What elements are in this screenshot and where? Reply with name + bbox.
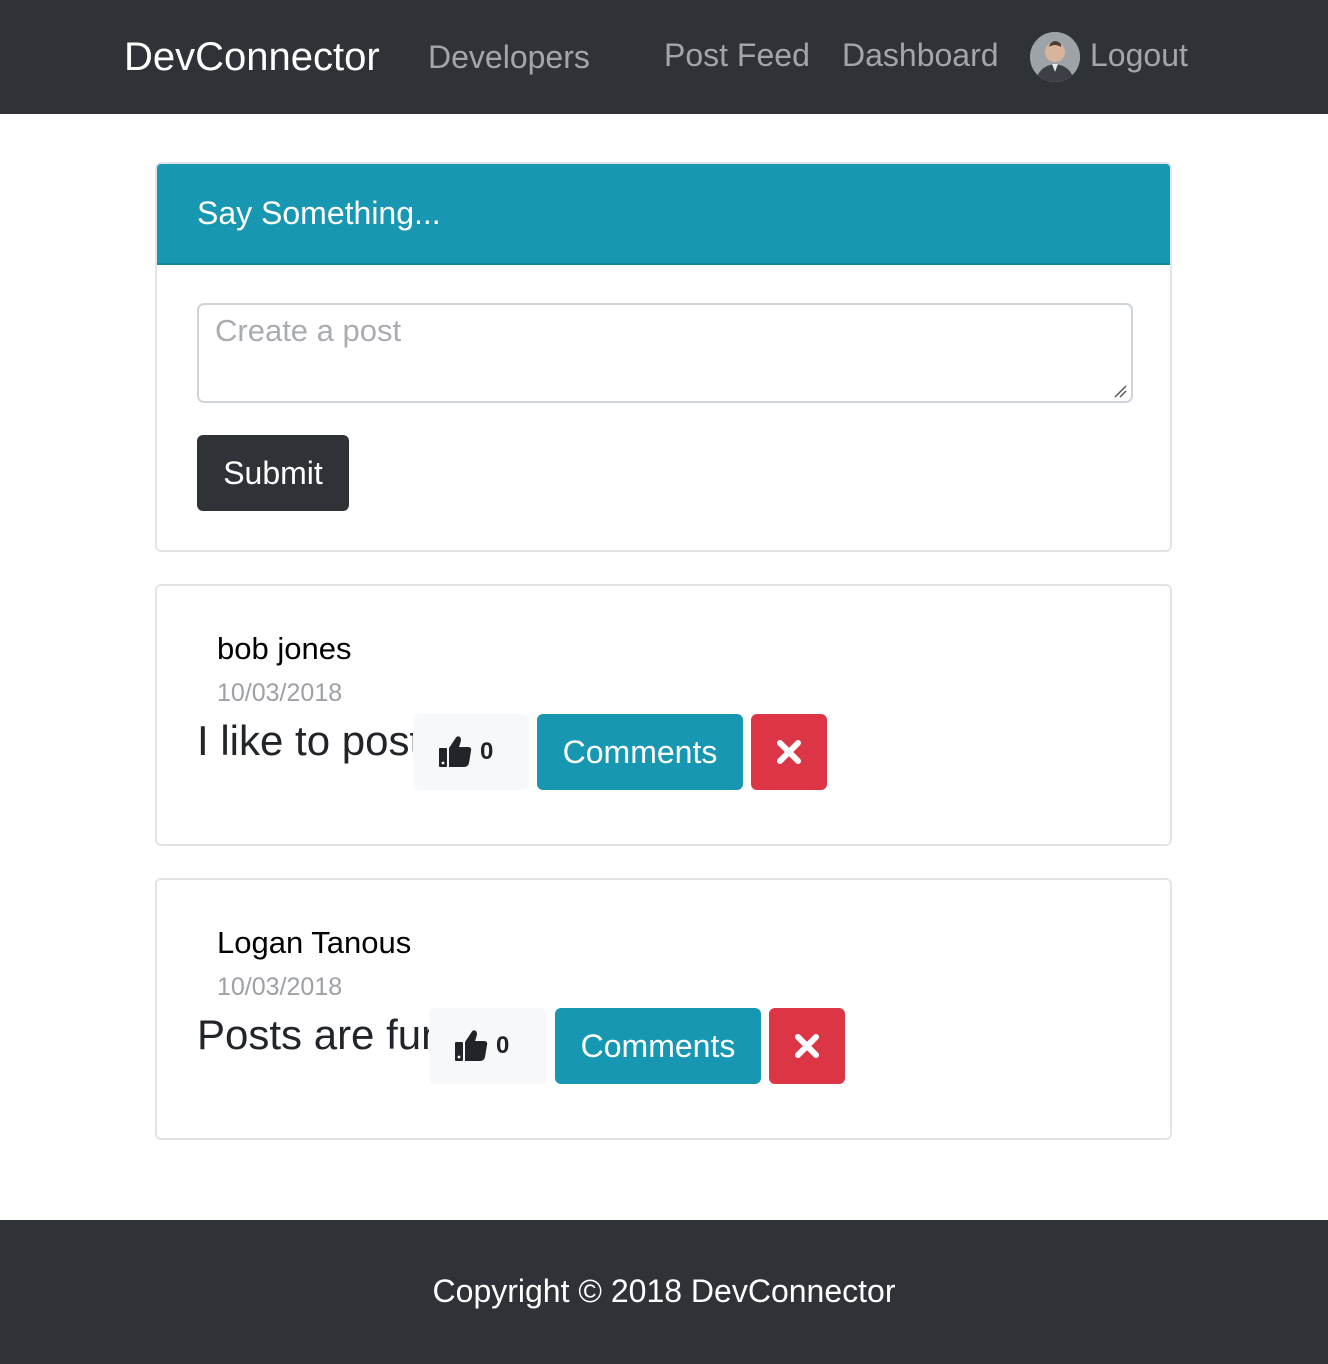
navbar: DevConnector Developers Post Feed Dashbo… (0, 0, 1328, 114)
times-icon (777, 740, 801, 764)
thumbs-up-icon (439, 736, 472, 767)
delete-post-button[interactable] (769, 1008, 845, 1084)
like-button[interactable]: 0 (429, 1008, 547, 1084)
post-form-header: Say Something... (157, 164, 1170, 265)
avatar[interactable] (1030, 32, 1080, 82)
post-text: Posts are fun (197, 1011, 445, 1058)
footer: Copyright © 2018 DevConnector (0, 1220, 1328, 1364)
create-post-textarea[interactable] (197, 303, 1133, 403)
post-text: I like to post (197, 717, 422, 764)
post-item: bob jones 10/03/2018 I like to post 0 Co… (155, 584, 1172, 846)
post-date: 10/03/2018 (217, 973, 343, 1001)
like-count: 0 (480, 738, 494, 765)
user-avatar-icon (1030, 32, 1080, 82)
nav-developers[interactable]: Developers (428, 37, 590, 77)
comments-button[interactable]: Comments (537, 714, 743, 790)
post-author-name: bob jones (217, 631, 352, 666)
resize-handle-icon[interactable] (1113, 384, 1127, 398)
delete-post-button[interactable] (751, 714, 827, 790)
submit-button[interactable]: Submit (197, 435, 349, 511)
post-item: Logan Tanous 10/03/2018 Posts are fun 0 … (155, 878, 1172, 1140)
post-author-name: Logan Tanous (217, 925, 412, 960)
nav-dashboard[interactable]: Dashboard (842, 35, 999, 75)
like-button[interactable]: 0 (413, 714, 529, 790)
times-icon (795, 1034, 819, 1058)
post-form-card: Say Something... Submit (155, 162, 1172, 552)
nav-logout[interactable]: Logout (1090, 35, 1188, 75)
comments-button[interactable]: Comments (555, 1008, 761, 1084)
like-count: 0 (496, 1032, 510, 1059)
post-date: 10/03/2018 (217, 679, 343, 707)
footer-copyright: Copyright © 2018 DevConnector (432, 1273, 896, 1309)
thumbs-up-icon (455, 1030, 488, 1061)
post-form-title: Say Something... (197, 195, 441, 231)
nav-post-feed[interactable]: Post Feed (664, 35, 810, 75)
brand-link[interactable]: DevConnector (124, 34, 380, 80)
